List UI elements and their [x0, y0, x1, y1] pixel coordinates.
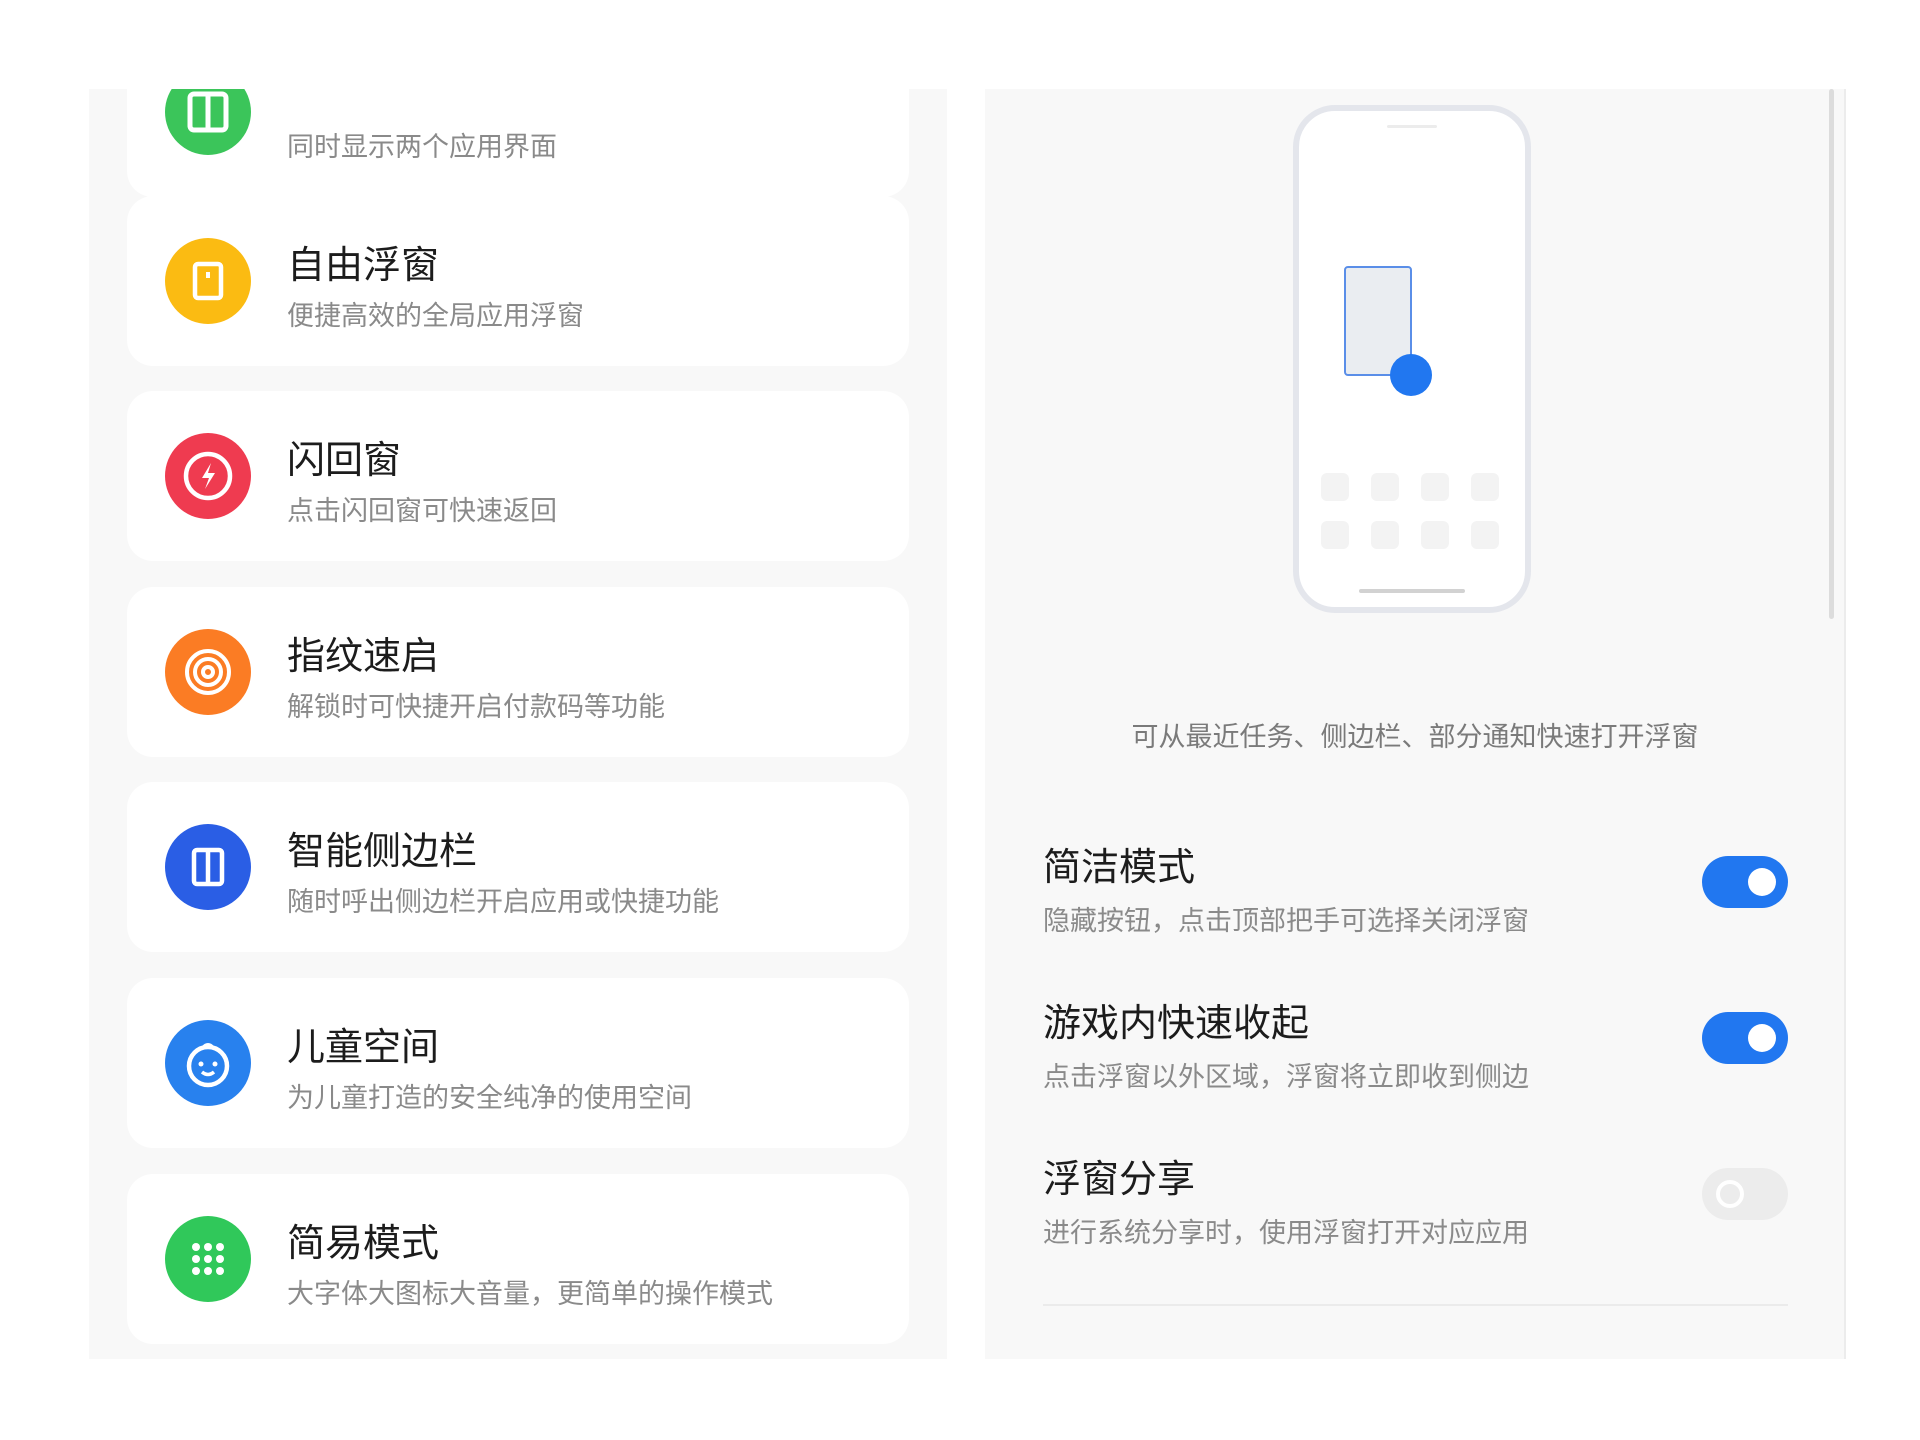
sidebar-icon	[165, 824, 251, 910]
item-title: 闪回窗	[287, 438, 402, 482]
app-placeholder	[1421, 521, 1449, 549]
list-item-simple-mode[interactable]: 简易模式 大字体大图标大音量，更简单的操作模式	[127, 1174, 909, 1344]
item-subtitle: 为儿童打造的安全纯净的使用空间	[287, 1083, 692, 1114]
item-subtitle: 解锁时可快捷开启付款码等功能	[287, 692, 665, 723]
list-item-flashback-window[interactable]: 闪回窗 点击闪回窗可快速返回	[127, 391, 909, 561]
item-subtitle: 便捷高效的全局应用浮窗	[287, 301, 584, 332]
item-title: 自由浮窗	[287, 243, 440, 287]
concise-mode-toggle[interactable]	[1702, 856, 1788, 908]
setting-title: 简洁模式	[1043, 845, 1196, 889]
app-placeholder	[1321, 521, 1349, 549]
item-subtitle: 大字体大图标大音量，更简单的操作模式	[287, 1279, 773, 1310]
list-item-free-floating-window[interactable]: 自由浮窗 便捷高效的全局应用浮窗	[127, 196, 909, 366]
split-screen-icon	[165, 89, 251, 155]
item-subtitle: 同时显示两个应用界面	[287, 132, 557, 163]
item-title: 儿童空间	[287, 1025, 440, 1069]
item-title: 简易模式	[287, 1221, 440, 1265]
item-title: 智能侧边栏	[287, 829, 478, 873]
phone-illustration	[1293, 105, 1531, 613]
toggle-knob	[1748, 1024, 1776, 1052]
floating-handle-dot	[1390, 354, 1432, 396]
flash-icon	[165, 433, 251, 519]
toggle-knob	[1748, 868, 1776, 896]
app-placeholder	[1371, 521, 1399, 549]
list-item-smart-sidebar[interactable]: 智能侧边栏 随时呼出侧边栏开启应用或快捷功能	[127, 782, 909, 952]
item-subtitle: 随时呼出侧边栏开启应用或快捷功能	[287, 887, 719, 918]
phone-speaker	[1387, 125, 1437, 128]
list-item-kids-space[interactable]: 儿童空间 为儿童打造的安全纯净的使用空间	[127, 978, 909, 1148]
child-face-icon	[165, 1020, 251, 1106]
setting-title: 浮窗分享	[1043, 1157, 1196, 1201]
pane-edge	[1844, 89, 1846, 1359]
scrollbar[interactable]	[1829, 89, 1834, 619]
toggle-knob	[1716, 1180, 1744, 1208]
list-item-split-screen[interactable]: 同时显示两个应用界面	[127, 89, 909, 197]
floating-window-settings-pane: 可从最近任务、侧边栏、部分通知快速打开浮窗 简洁模式 隐藏按钮，点击顶部把手可选…	[985, 89, 1845, 1359]
item-subtitle: 点击闪回窗可快速返回	[287, 496, 557, 527]
setting-title: 游戏内快速收起	[1043, 1001, 1310, 1045]
feature-list: 同时显示两个应用界面 自由浮窗 便捷高效的全局应用浮窗 闪回窗 点击闪回窗可快速…	[89, 89, 947, 1359]
app-placeholder	[1321, 473, 1349, 501]
setting-subtitle: 进行系统分享时，使用浮窗打开对应应用	[1043, 1218, 1529, 1249]
floating-window-icon	[165, 238, 251, 324]
divider	[1043, 1304, 1788, 1306]
app-placeholder	[1371, 473, 1399, 501]
fingerprint-icon	[165, 629, 251, 715]
hint-text: 可从最近任务、侧边栏、部分通知快速打开浮窗	[1131, 722, 1699, 753]
setting-subtitle: 点击浮窗以外区域，浮窗将立即收到侧边	[1043, 1062, 1529, 1093]
list-item-fingerprint-launch[interactable]: 指纹速启 解锁时可快捷开启付款码等功能	[127, 587, 909, 757]
setting-subtitle: 隐藏按钮，点击顶部把手可选择关闭浮窗	[1043, 906, 1529, 937]
app-placeholder	[1471, 521, 1499, 549]
app-placeholder	[1471, 473, 1499, 501]
grid-dots-icon	[165, 1216, 251, 1302]
item-title: 指纹速启	[287, 634, 440, 678]
home-indicator	[1359, 589, 1465, 593]
floating-share-toggle[interactable]	[1702, 1168, 1788, 1220]
game-quick-collapse-toggle[interactable]	[1702, 1012, 1788, 1064]
app-placeholder	[1421, 473, 1449, 501]
